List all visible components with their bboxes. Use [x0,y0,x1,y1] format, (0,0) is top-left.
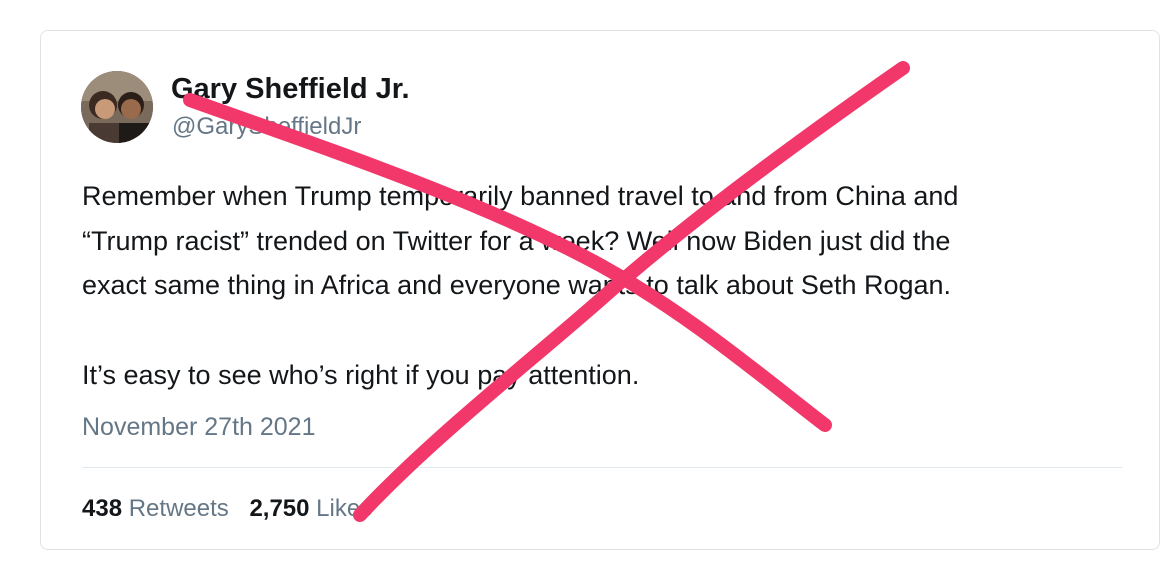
tweet-card: Gary Sheffield Jr. @GarySheffieldJr Reme… [40,30,1160,550]
tweet-text: Remember when Trump temporarily banned t… [82,174,1142,397]
paragraph-break [82,308,1142,353]
tweet-line: “Trump racist” trended on Twitter for a … [82,225,951,256]
tweet-line: exact same thing in Africa and everyone … [82,270,952,300]
avatar[interactable] [81,71,153,143]
likes-stat[interactable]: 2,750 Likes [249,495,372,522]
retweets-count: 438 [82,495,123,522]
likes-count: 2,750 [249,495,310,522]
display-name[interactable]: Gary Sheffield Jr. [171,73,410,106]
tweet-line: Remember when Trump temporarily banned t… [82,181,959,211]
engagement-stats: 438 Retweets 2,750 Likes [82,495,386,523]
tweet-line: It’s easy to see who’s right if you pay … [82,359,640,390]
avatar-photo [81,71,153,143]
tweet-timestamp[interactable]: November 27th 2021 [82,413,315,442]
retweets-stat[interactable]: 438 Retweets [82,495,229,522]
divider [82,467,1122,468]
user-handle[interactable]: @GarySheffieldJr [172,113,361,141]
retweets-label: Retweets [128,495,229,522]
likes-label: Likes [316,495,373,522]
